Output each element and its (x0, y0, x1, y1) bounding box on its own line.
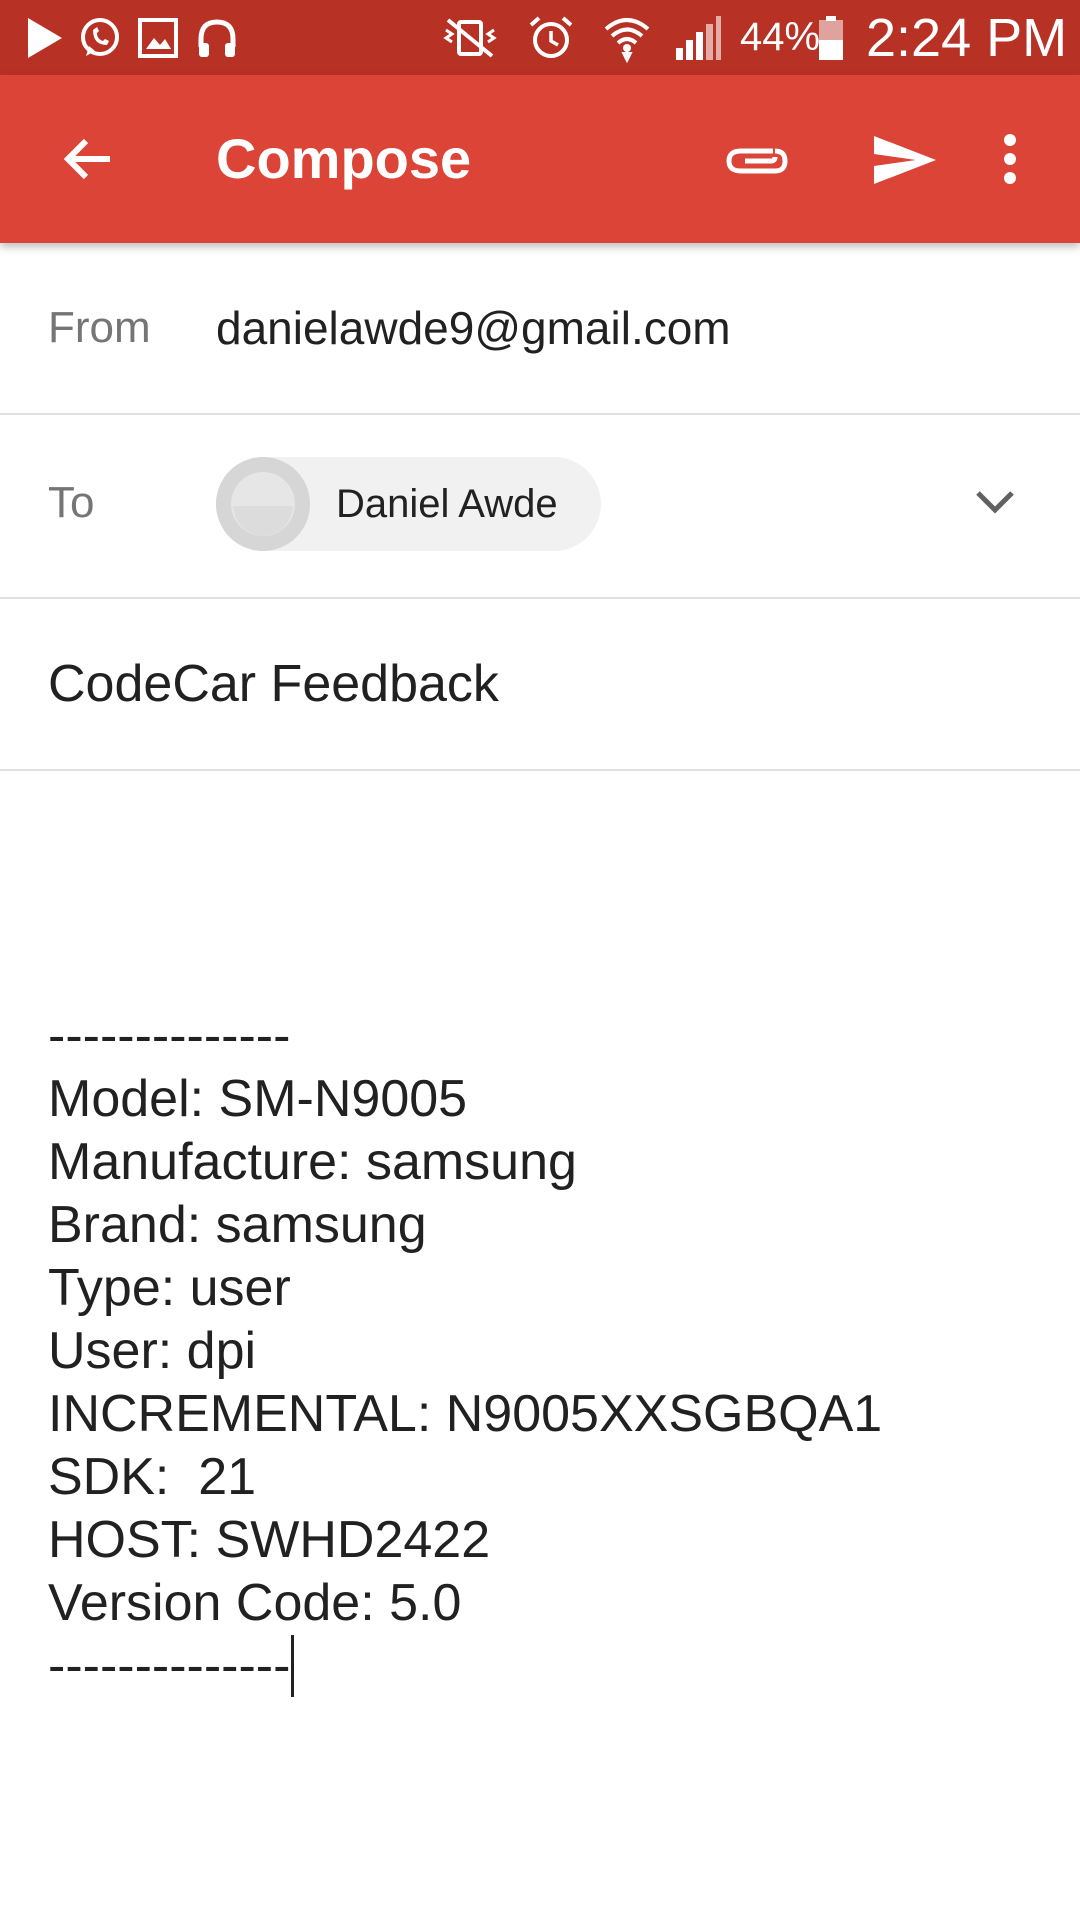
body-line: User: dpi (48, 1322, 257, 1380)
wifi-icon (602, 0, 652, 75)
signal-icon (672, 0, 722, 75)
play-store-icon (24, 0, 64, 75)
body-line: Model: SM-N9005 (48, 1070, 468, 1128)
avatar (216, 457, 310, 551)
whatsapp-icon (78, 0, 122, 75)
body-line: HOST: SWHD2422 (48, 1511, 491, 1569)
recipient-name: Daniel Awde (336, 482, 558, 526)
vibrate-mute-icon (442, 0, 498, 75)
alarm-icon (528, 0, 574, 75)
from-label: From (48, 303, 151, 352)
body-line: -------------- (48, 1637, 291, 1695)
from-account[interactable]: danielawde9@gmail.com (216, 243, 731, 413)
body-line: Brand: samsung (48, 1196, 427, 1254)
body-line: Version Code: 5.0 (48, 1574, 462, 1632)
page-title: Compose (216, 127, 472, 190)
body-line: -------------- (48, 1007, 291, 1065)
body-last-line: -------------- (48, 1635, 1038, 1698)
send-icon[interactable] (860, 115, 950, 205)
paperclip-icon[interactable] (716, 119, 796, 199)
arrow-back-icon[interactable] (48, 119, 128, 199)
status-time: 2:24 PM (866, 7, 1068, 68)
headset-icon (196, 0, 238, 75)
to-row[interactable]: To Daniel Awde (0, 415, 1080, 599)
recipient-chip[interactable]: Daniel Awde (216, 457, 601, 551)
to-label: To (48, 478, 95, 527)
body-line: SDK: 21 (48, 1448, 257, 1506)
text-cursor (291, 1635, 295, 1697)
battery-percent: 44% (740, 15, 821, 59)
message-body[interactable]: -------------- Model: SM-N9005 Manufactu… (48, 1005, 1038, 1705)
gallery-icon (138, 0, 178, 75)
from-row: From danielawde9@gmail.com (0, 243, 1080, 415)
app-bar: Compose (0, 75, 1080, 243)
body-line: Type: user (48, 1259, 291, 1317)
battery-icon (818, 0, 844, 75)
body-line: INCREMENTAL: N9005XXSGBQA1 (48, 1385, 883, 1443)
body-line: Manufacture: samsung (48, 1133, 577, 1191)
subject-row (0, 599, 1080, 771)
chevron-down-icon[interactable] (960, 467, 1030, 537)
status-bar: 44% 2:24 PM (0, 0, 1080, 75)
more-vert-icon[interactable] (985, 119, 1035, 199)
subject-input[interactable] (48, 599, 1028, 769)
